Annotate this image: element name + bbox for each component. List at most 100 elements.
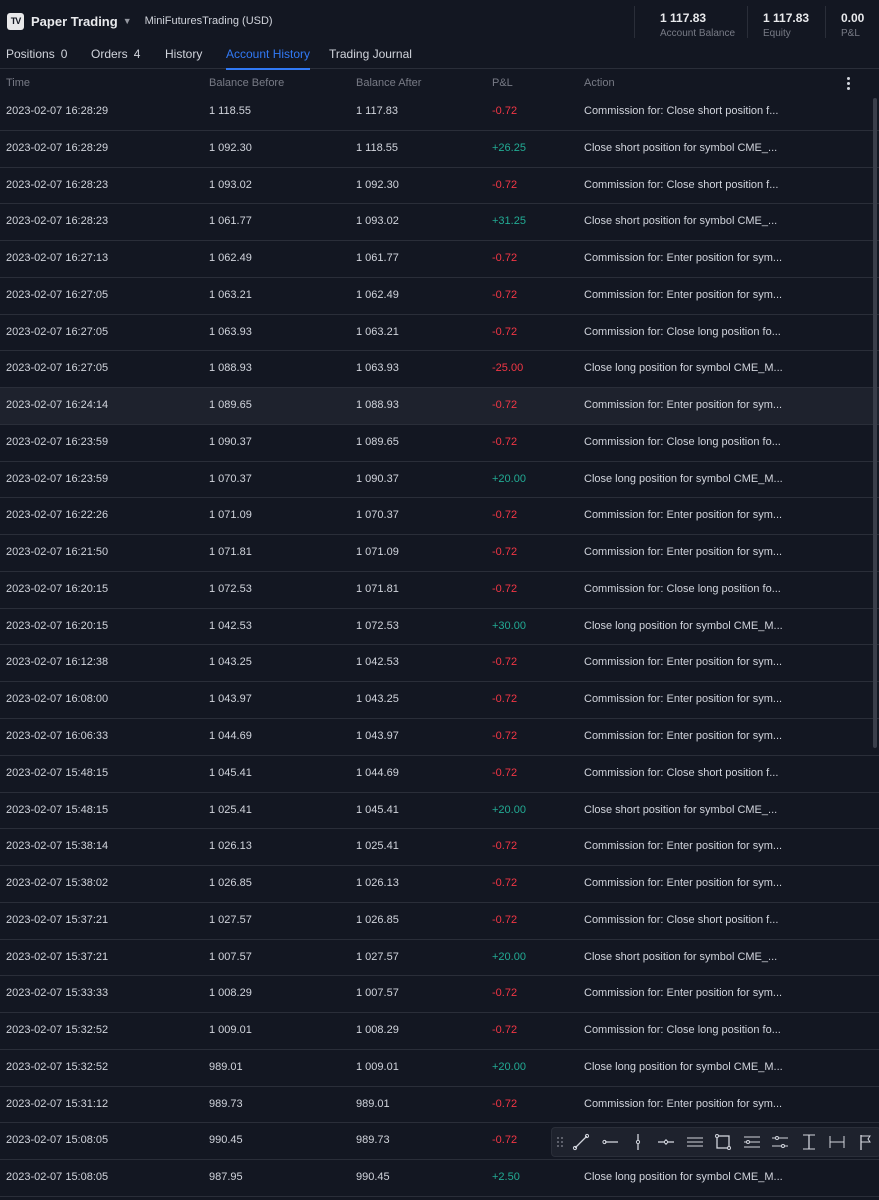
- cell-time: 2023-02-07 16:28:23: [6, 178, 109, 191]
- tab-orders[interactable]: Orders 4: [91, 42, 140, 69]
- cell-balance-after: 989.01: [356, 1097, 390, 1110]
- cell-time: 2023-02-07 16:28:23: [6, 215, 109, 228]
- table-row[interactable]: 2023-02-07 15:48:15 1 025.41 1 045.41 +20.0…: [0, 793, 879, 830]
- cell-pnl: -0.72: [492, 105, 518, 117]
- pnl-label: P&L: [841, 28, 860, 39]
- cell-action: Commission for: Close short position f..…: [584, 913, 779, 926]
- cell-time: 2023-02-07 16:28:29: [6, 141, 109, 154]
- cell-balance-after: 1 027.57: [356, 950, 399, 963]
- price-range-icon[interactable]: [823, 1128, 851, 1156]
- cell-balance-before: 1 044.69: [209, 730, 252, 743]
- chevron-down-icon: ▼: [122, 16, 132, 26]
- table-row[interactable]: 2023-02-07 16:28:29 1 092.30 1 118.55 +26.2…: [0, 131, 879, 168]
- table-row[interactable]: 2023-02-07 16:24:14 1 089.65 1 088.93 -0.72…: [0, 388, 879, 425]
- table-row[interactable]: 2023-02-07 15:08:05 987.95 990.45 +2.50 Clos…: [0, 1160, 879, 1197]
- table-row[interactable]: 2023-02-07 15:32:52 989.01 1 009.01 +20.00 C…: [0, 1050, 879, 1087]
- cell-time: 2023-02-07 16:06:33: [6, 730, 109, 743]
- account-balance: 1 117.83 Account Balance: [660, 11, 735, 39]
- cross-line-icon[interactable]: [652, 1128, 680, 1156]
- table-row[interactable]: 2023-02-07 15:38:02 1 026.85 1 026.13 -0.72…: [0, 866, 879, 903]
- trend-line-icon[interactable]: [567, 1128, 595, 1156]
- tab-count: 4: [133, 47, 141, 61]
- flat-top-bottom-icon[interactable]: [766, 1128, 794, 1156]
- drag-handle-icon[interactable]: [557, 1137, 567, 1147]
- table-row[interactable]: 2023-02-07 16:27:05 1 063.21 1 062.49 -0.72…: [0, 278, 879, 315]
- horizontal-ray-icon[interactable]: [595, 1128, 623, 1156]
- table-row[interactable]: 2023-02-07 15:31:12 989.73 989.01 -0.72 Comm…: [0, 1087, 879, 1124]
- table-row[interactable]: 2023-02-07 15:32:52 1 009.01 1 008.29 -0.72…: [0, 1013, 879, 1050]
- cell-time: 2023-02-07 16:23:59: [6, 435, 109, 448]
- cell-pnl: +20.00: [492, 1060, 526, 1073]
- drawing-toolbar: [551, 1127, 879, 1157]
- cell-pnl: +20.00: [492, 950, 526, 963]
- rectangle-icon[interactable]: [709, 1128, 737, 1156]
- cell-time: 2023-02-07 15:48:15: [6, 766, 109, 779]
- cell-pnl: -0.72: [492, 509, 518, 522]
- cell-time: 2023-02-07 16:20:15: [6, 582, 109, 595]
- cell-balance-after: 989.73: [356, 1134, 390, 1147]
- cell-time: 2023-02-07 16:27:05: [6, 325, 109, 338]
- table-row[interactable]: 2023-02-07 16:08:00 1 043.97 1 043.25 -0.72…: [0, 682, 879, 720]
- table-row[interactable]: 2023-02-07 15:37:21 1 007.57 1 027.57 +20.0…: [0, 940, 879, 977]
- cell-action: Close long position for symbol CME_M...: [584, 1171, 783, 1184]
- table-row[interactable]: 2023-02-07 16:27:05 1 063.93 1 063.21 -0.72…: [0, 315, 879, 352]
- more-options-icon[interactable]: [842, 74, 854, 92]
- table-row[interactable]: 2023-02-07 16:22:26 1 071.09 1 070.37 -0.72…: [0, 498, 879, 536]
- parallel-channel-icon[interactable]: [681, 1128, 709, 1156]
- table-row[interactable]: 2023-02-07 15:37:21 1 027.57 1 026.85 -0.72…: [0, 903, 879, 940]
- table-row[interactable]: 2023-02-07 16:28:23 1 061.77 1 093.02 +31.2…: [0, 204, 879, 242]
- cell-balance-before: 1 063.93: [209, 325, 252, 338]
- tab-trading-journal[interactable]: Trading Journal: [329, 42, 412, 69]
- cell-pnl: -0.72: [492, 546, 518, 559]
- cell-pnl: -0.72: [492, 766, 518, 779]
- tab-label: Positions: [6, 47, 55, 61]
- table-row[interactable]: 2023-02-07 16:06:33 1 044.69 1 043.97 -0.72…: [0, 719, 879, 756]
- column-pnl[interactable]: P&L: [492, 77, 513, 89]
- table-row[interactable]: 2023-02-07 16:27:05 1 088.93 1 063.93 -25.0…: [0, 351, 879, 389]
- table-row[interactable]: 2023-02-07 16:28:23 1 093.02 1 092.30 -0.72…: [0, 168, 879, 205]
- divider: [634, 6, 635, 38]
- cell-balance-before: 987.95: [209, 1171, 243, 1184]
- table-row[interactable]: 2023-02-07 16:27:13 1 062.49 1 061.77 -0.72…: [0, 241, 879, 278]
- regression-trend-icon[interactable]: [738, 1128, 766, 1156]
- column-action[interactable]: Action: [584, 77, 615, 89]
- tab-positions[interactable]: Positions 0: [6, 42, 67, 69]
- divider: [825, 6, 826, 38]
- scrollbar[interactable]: [873, 98, 877, 748]
- cell-action: Commission for: Close short position f..…: [584, 105, 779, 117]
- table-row[interactable]: 2023-02-07 16:21:50 1 071.81 1 071.09 -0.72…: [0, 535, 879, 572]
- table-row[interactable]: 2023-02-07 16:28:29 1 118.55 1 117.83 -0.72…: [0, 94, 879, 131]
- cell-action: Commission for: Enter position for sym..…: [584, 877, 783, 890]
- column-balance-after[interactable]: Balance After: [356, 77, 421, 89]
- table-row[interactable]: 2023-02-07 16:23:59 1 070.37 1 090.37 +20.0…: [0, 462, 879, 499]
- tab-history[interactable]: History: [165, 42, 202, 69]
- cell-balance-after: 1 093.02: [356, 215, 399, 228]
- tradingview-logo-icon: TV: [7, 12, 24, 30]
- table-row[interactable]: 2023-02-07 16:20:15 1 042.53 1 072.53 +30.0…: [0, 609, 879, 646]
- table-row[interactable]: 2023-02-07 16:12:38 1 043.25 1 042.53 -0.72…: [0, 645, 879, 683]
- cell-time: 2023-02-07 15:37:21: [6, 913, 109, 926]
- cell-balance-before: 1 043.25: [209, 656, 252, 669]
- flag-icon[interactable]: [852, 1128, 879, 1156]
- broker-name: Paper Trading: [31, 13, 118, 29]
- cell-pnl: +20.00: [492, 472, 526, 485]
- tab-account-history[interactable]: Account History: [226, 42, 311, 70]
- cell-pnl: +26.25: [492, 141, 526, 154]
- cell-action: Commission for: Enter position for sym..…: [584, 509, 783, 522]
- cell-pnl: -0.72: [492, 913, 518, 926]
- table-row[interactable]: 2023-02-07 15:48:15 1 045.41 1 044.69 -0.72…: [0, 756, 879, 793]
- cell-action: Commission for: Enter position for sym..…: [584, 693, 783, 706]
- vertical-line-icon[interactable]: [624, 1128, 652, 1156]
- cell-balance-before: 1 092.30: [209, 141, 252, 154]
- table-row[interactable]: 2023-02-07 16:20:15 1 072.53 1 071.81 -0.72…: [0, 572, 879, 609]
- table-row[interactable]: 2023-02-07 15:38:14 1 026.13 1 025.41 -0.72…: [0, 829, 879, 867]
- table-row[interactable]: 2023-02-07 16:23:59 1 090.37 1 089.65 -0.72…: [0, 425, 879, 462]
- column-balance-before[interactable]: Balance Before: [209, 77, 284, 89]
- paper-trading-menu[interactable]: TV Paper Trading ▼: [7, 12, 132, 30]
- pnl-summary: 0.00 P&L: [841, 11, 864, 39]
- cell-pnl: -0.72: [492, 325, 518, 338]
- table-row[interactable]: 2023-02-07 15:33:33 1 008.29 1 007.57 -0.72…: [0, 976, 879, 1014]
- account-name[interactable]: MiniFuturesTrading (USD): [145, 15, 273, 27]
- column-time[interactable]: Time: [6, 77, 30, 89]
- date-range-icon[interactable]: [795, 1128, 823, 1156]
